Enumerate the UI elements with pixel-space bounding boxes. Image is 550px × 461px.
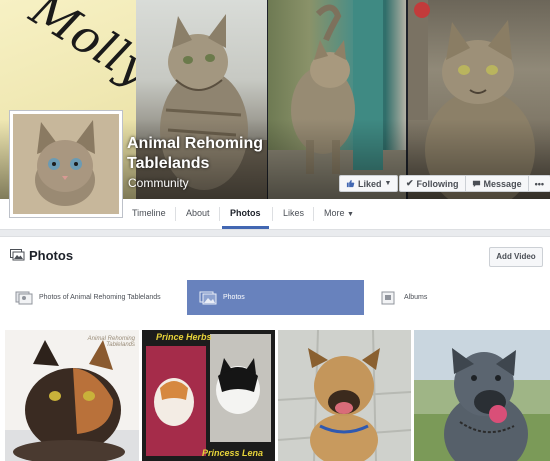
nav-more[interactable]: More ▼ bbox=[316, 199, 362, 229]
thumbs-up-icon bbox=[346, 179, 355, 188]
profile-picture[interactable] bbox=[9, 110, 123, 218]
message-icon bbox=[472, 180, 480, 188]
tab-photos-of-page[interactable]: Photos of Animal Rehoming Tablelands bbox=[0, 280, 186, 315]
photo-thumb[interactable] bbox=[414, 330, 550, 461]
svg-text:Molly: Molly bbox=[20, 0, 136, 97]
checkmark-icon: ✔ bbox=[406, 178, 414, 188]
two-kittens-photo bbox=[142, 330, 275, 461]
photos-icon bbox=[10, 249, 25, 261]
princess-lena-caption: Princess Lena bbox=[202, 448, 264, 458]
message-label: Message bbox=[483, 178, 522, 189]
photo-thumb[interactable] bbox=[278, 330, 411, 461]
tab-photos-of-page-label: Photos of Animal Rehoming Tablelands bbox=[39, 294, 161, 301]
ellipsis-icon: ••• bbox=[534, 178, 545, 189]
photos-section: Photos Add Video Photos of Animal Rehomi… bbox=[0, 236, 550, 461]
nav-likes[interactable]: Likes bbox=[275, 199, 312, 229]
nav-divider bbox=[313, 207, 314, 221]
chevron-down-icon: ▼ bbox=[384, 180, 392, 187]
following-button[interactable]: ✔ Following bbox=[399, 175, 466, 192]
kitten-photo bbox=[13, 114, 119, 214]
tab-albums-label: Albums bbox=[404, 294, 428, 301]
nav-timeline[interactable]: Timeline bbox=[124, 199, 174, 229]
photos-tab-icon bbox=[199, 291, 217, 304]
chevron-down-icon: ▼ bbox=[347, 211, 354, 218]
tan-dog-photo bbox=[278, 330, 411, 461]
more-options-button[interactable]: ••• bbox=[527, 175, 550, 192]
grey-dog-photo bbox=[414, 330, 550, 461]
nav-divider bbox=[219, 207, 220, 221]
tab-photos-label: Photos bbox=[223, 294, 245, 301]
photo-thumb[interactable]: Animal Rehoming Tablelands bbox=[5, 330, 139, 461]
liked-button[interactable]: Liked ▼ bbox=[339, 175, 399, 192]
photos-header: Photos Add Video bbox=[0, 237, 550, 277]
add-video-button[interactable]: Add Video bbox=[489, 247, 543, 267]
tab-albums[interactable]: Albums bbox=[365, 280, 550, 315]
tab-photos[interactable]: Photos bbox=[187, 280, 364, 315]
photos-of-icon bbox=[15, 291, 33, 304]
photos-title: Photos bbox=[29, 248, 74, 263]
liked-label: Liked bbox=[358, 178, 382, 189]
follow-message-group: ✔ Following Message ••• bbox=[399, 175, 550, 192]
tortoiseshell-cat-photo bbox=[5, 330, 139, 461]
message-button[interactable]: Message bbox=[464, 175, 529, 192]
page-category[interactable]: Community bbox=[128, 176, 189, 190]
prince-herbs-caption: Prince Herbs bbox=[156, 332, 212, 342]
albums-icon bbox=[381, 291, 395, 304]
page-name[interactable]: Animal Rehoming Tablelands bbox=[127, 134, 277, 174]
nav-photos[interactable]: Photos bbox=[222, 199, 269, 229]
photo-thumb[interactable]: Prince Herbs Princess Lena bbox=[142, 330, 275, 461]
nav-about[interactable]: About bbox=[178, 199, 218, 229]
nav-more-label: More bbox=[324, 208, 345, 218]
following-label: Following bbox=[416, 178, 459, 189]
photo-grid: Animal Rehoming Tablelands Prince Herbs … bbox=[0, 330, 550, 461]
watermark-text: Animal Rehoming Tablelands bbox=[87, 336, 135, 348]
nav-divider bbox=[175, 207, 176, 221]
photo-tabs: Photos of Animal Rehoming Tablelands Pho… bbox=[0, 280, 550, 315]
nav-divider bbox=[272, 207, 273, 221]
